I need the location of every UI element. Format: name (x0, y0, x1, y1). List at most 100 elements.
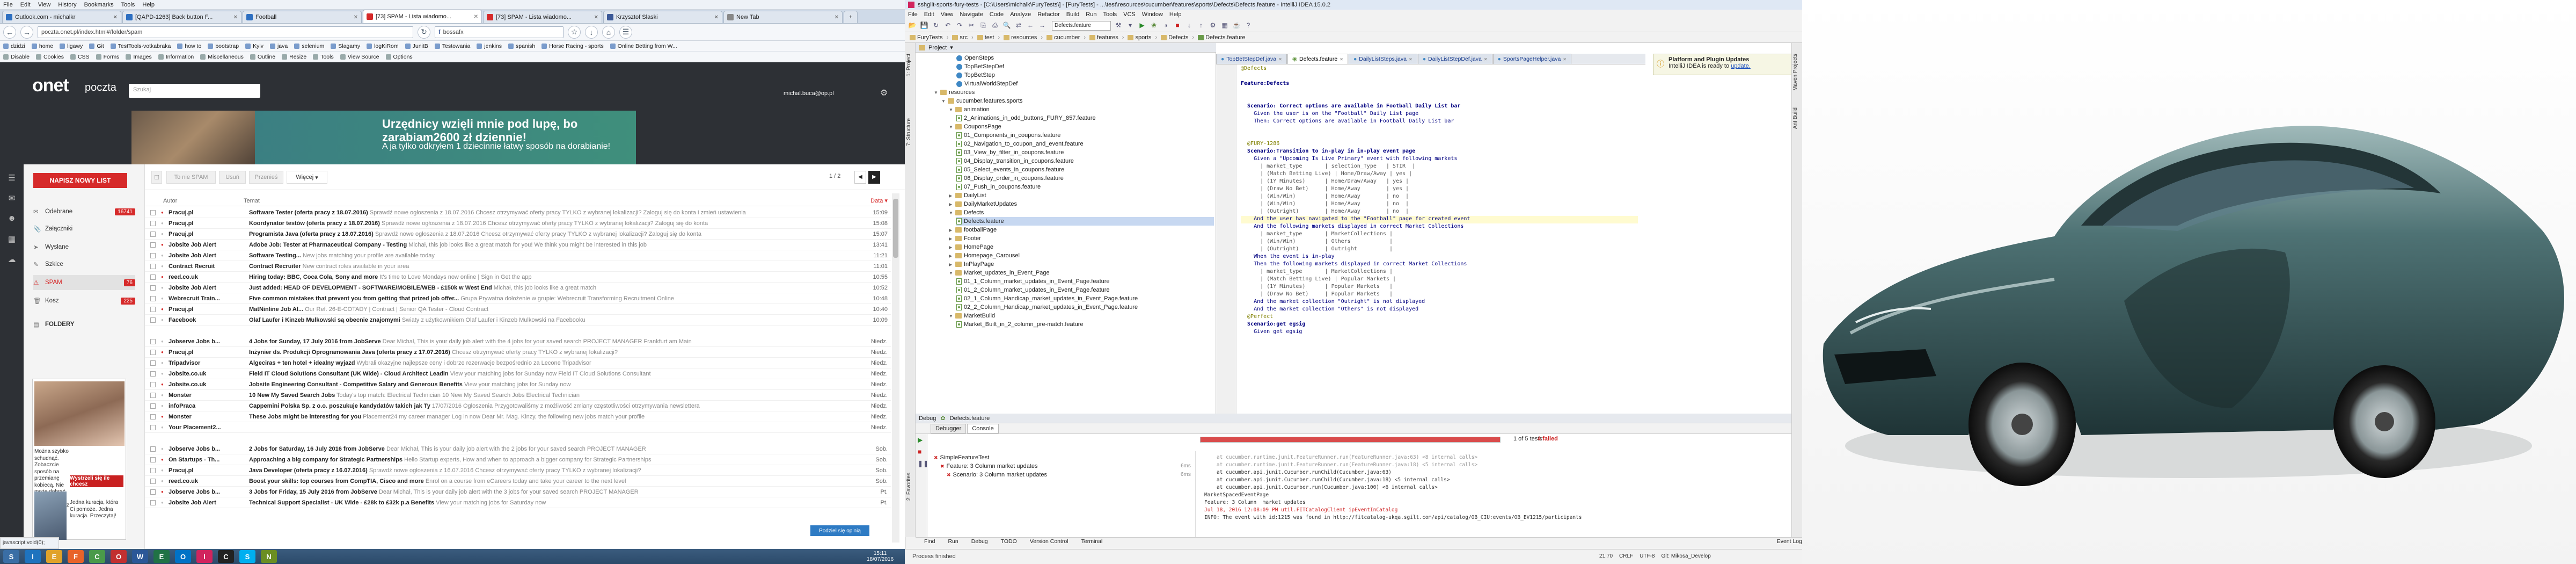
tree-node-java[interactable]: VirtualWorldStepDef (956, 79, 1018, 88)
copy-icon[interactable]: ⎘ (979, 21, 987, 30)
tree-node-folder[interactable]: ▶ HomePage (949, 243, 993, 251)
tree-node-feature[interactable]: 01_1_Column_market_updates_in_Event_Page… (956, 277, 1110, 286)
menu-history[interactable]: History (58, 2, 76, 8)
close-tab-icon[interactable]: ✕ (354, 15, 358, 20)
tree-node-folder[interactable]: ▶ Homepage_Carousel (949, 251, 1020, 260)
mail-row[interactable]: ● Jobsite Job Alert Software Testing... Ne… (145, 250, 891, 261)
tool-window-event-log[interactable]: Event Log (1777, 538, 1802, 545)
tree-node-folder[interactable]: ▶ InPlayPage (949, 260, 994, 269)
code-line[interactable]: | (Match Betting Live) | Home/Draw/Away … (1241, 171, 1412, 178)
idea-menu-edit[interactable]: Edit (924, 11, 934, 18)
tree-node-feature[interactable]: 01_Components_in_coupons.feature (956, 131, 1060, 140)
update-notification[interactable]: ⓘ Platform and Plugin Updates IntelliJ I… (1653, 54, 1792, 75)
tree-node-folder[interactable]: ▶ DailyList (949, 191, 986, 200)
forward-icon[interactable]: → (1038, 21, 1046, 30)
mail-checkbox[interactable] (150, 392, 156, 398)
menu-help[interactable]: Help (142, 2, 155, 8)
tree-node-feature[interactable]: 01_2_Column_market_updates_in_Event_Page… (956, 286, 1110, 294)
back-icon[interactable]: ← (1026, 21, 1035, 30)
taskbar-excel-icon[interactable]: E (153, 550, 170, 563)
tree-node-folder[interactable]: ▼ MarketBuild (949, 312, 995, 320)
code-line[interactable]: | (1Y Minutes) | Home/Draw/Away | yes | (1241, 178, 1409, 186)
mail-checkbox[interactable] (150, 500, 156, 505)
webdev-menu-item[interactable]: CSS (70, 54, 90, 60)
taskbar-ie-icon[interactable]: I (25, 550, 41, 563)
menu-view[interactable]: View (38, 2, 51, 8)
cursor-position[interactable]: 21:70 (1599, 553, 1613, 559)
tab-debugger[interactable]: Debugger (931, 423, 967, 433)
contacts-icon[interactable]: ☻ (6, 214, 17, 225)
idea-menu-window[interactable]: Window (1142, 11, 1163, 18)
menu-bookmarks[interactable]: Bookmarks (84, 2, 114, 8)
taskbar-firefox-icon[interactable]: F (68, 550, 84, 563)
close-tab-icon[interactable]: ✕ (113, 15, 118, 20)
code-line[interactable]: | market_type | MarketCollections | (1241, 269, 1393, 276)
webdev-menu-item[interactable]: Miscellaneous (200, 54, 244, 60)
code-line[interactable]: Scenario:Transition to in-play in in-pla… (1241, 148, 1415, 156)
tool-window-find[interactable]: Find (924, 538, 935, 545)
bookmark-item[interactable]: dzidzi (3, 43, 25, 49)
close-tab-icon[interactable]: ✕ (594, 15, 598, 20)
code-line[interactable]: When the event is in-play (1241, 254, 1335, 261)
webdev-menu-item[interactable]: Resize (282, 54, 306, 60)
code-line[interactable]: @FURY-1286 (1241, 141, 1279, 148)
taskbar-skype-icon[interactable]: S (239, 550, 255, 563)
tab-console[interactable]: Console (967, 423, 999, 433)
mail-checkbox[interactable] (150, 220, 156, 226)
webdev-menu-item[interactable]: View Source (340, 54, 379, 60)
mail-row[interactable]: ● Facebook Olaf Laufer i Kinzeb Mulkowski … (145, 315, 891, 326)
tree-node-feature[interactable]: 05_Select_events_in_coupons.feature (956, 165, 1064, 174)
tree-node-feature[interactable]: 02_Navigation_to_coupon_and_event.featur… (956, 140, 1084, 148)
close-tab-icon[interactable]: ✕ (1340, 57, 1343, 62)
mail-checkbox[interactable] (150, 349, 156, 355)
menu-icon[interactable]: ☰ (6, 173, 17, 184)
webdev-menu-item[interactable]: Images (126, 54, 152, 60)
run-config-icon[interactable]: ▾ (1126, 21, 1135, 30)
close-tab-icon[interactable]: ✕ (1278, 57, 1282, 62)
expanded-arrow-icon[interactable]: ▼ (949, 211, 953, 215)
favorites-tool-tab[interactable]: 2: Favorites (906, 473, 914, 501)
close-tab-icon[interactable]: ✕ (1484, 57, 1488, 62)
close-tab-icon[interactable]: ✕ (1409, 57, 1413, 62)
mail-row[interactable]: ● Jobserve Jobs b... 2 Jobs for Saturday, … (145, 444, 891, 454)
col-date[interactable]: Data ▾ (859, 197, 891, 204)
bookmark-item[interactable]: jenkins (477, 43, 502, 49)
folder-odebrane[interactable]: ✉ Odebrane 16741 (33, 204, 135, 219)
redo-icon[interactable]: ↷ (955, 21, 964, 30)
code-line[interactable]: Given a "Upcoming Is Live Primary" event… (1241, 156, 1457, 163)
mail-row[interactable]: ● Pracuj.pl MatNinline Job Al... Our Ref. … (145, 304, 891, 315)
code-line[interactable]: | (Outright) | Outright | (1241, 246, 1393, 254)
expanded-arrow-icon[interactable]: ▼ (941, 99, 946, 104)
url-bar[interactable]: poczta.onet.pl/index.html#/folder/spam (38, 26, 413, 38)
idea-menu-vcs[interactable]: VCS (1123, 11, 1136, 18)
tool-window-todo[interactable]: TODO (1001, 538, 1017, 545)
code-line[interactable]: | (Win/Win) | Others | (1241, 238, 1393, 246)
breadcrumb-item[interactable]: sports (1126, 34, 1153, 41)
taskbar-intellij-icon[interactable]: I (196, 550, 213, 563)
mail-checkbox[interactable] (150, 285, 156, 291)
browser-tab[interactable]: Football ✕ (243, 11, 362, 23)
onet-logo[interactable]: onet (32, 75, 69, 96)
find-icon[interactable]: 🔍 (1002, 21, 1011, 30)
tool-window-debug[interactable]: Debug (971, 538, 988, 545)
ad-cta-button[interactable]: Wystrzeli się ile chcesz (70, 475, 123, 487)
mail-row[interactable]: ● Jobsite Job Alert Just added: HEAD OF DE… (145, 283, 891, 293)
breadcrumb-item[interactable]: Defects (1159, 34, 1190, 41)
mail-row[interactable]: ● Your Placement2... Niedz. (145, 422, 891, 433)
bookmark-item[interactable]: logKiRom (367, 43, 399, 49)
tool-window-terminal[interactable]: Terminal (1081, 538, 1103, 545)
breadcrumb-item[interactable]: features (1088, 34, 1120, 41)
mail-checkbox[interactable] (150, 295, 156, 301)
mail-row[interactable]: ● Jobsite.co.uk Jobsite Engineering Consul… (145, 379, 891, 390)
stop-icon[interactable]: ■ (1173, 21, 1182, 30)
code-line[interactable]: And the user has navigated to the "Footb… (1241, 216, 1638, 223)
folder-szkice[interactable]: ✎ Szkice (33, 257, 135, 272)
mail-checkbox[interactable] (150, 252, 156, 258)
editor-tab[interactable]: ● DailyListSteps.java ✕ (1348, 54, 1417, 64)
expanded-arrow-icon[interactable]: ▼ (934, 90, 938, 95)
bookmark-item[interactable]: spanish (508, 43, 535, 49)
collapsed-arrow-icon[interactable]: ▶ (949, 202, 953, 207)
code-line[interactable]: Scenario:get egsig (1241, 321, 1305, 329)
vcs-commit-icon[interactable]: ↑ (1197, 21, 1205, 30)
dropdown-icon[interactable]: ▾ (950, 44, 953, 51)
